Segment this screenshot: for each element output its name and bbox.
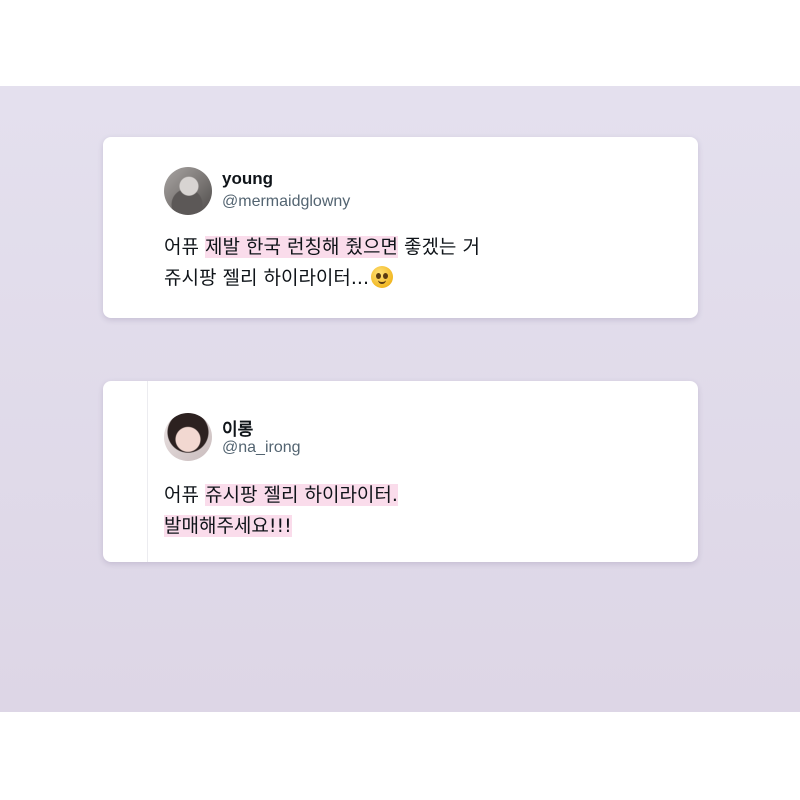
avatar[interactable] <box>164 413 212 461</box>
user-handle[interactable]: @mermaidglowny <box>222 193 350 211</box>
text-segment: 어퓨 <box>164 236 205 258</box>
tweet-text-line: 발매해주세요!!! <box>164 511 684 542</box>
highlighted-text: 발매해주세요!!! <box>164 515 292 537</box>
thread-divider <box>147 381 148 562</box>
user-handle[interactable]: @na_irong <box>222 439 301 457</box>
tweet-text: 어퓨 쥬시팡 젤리 하이라이터. 발매해주세요!!! <box>164 480 684 542</box>
tweet-card[interactable]: 이롱 @na_irong 어퓨 쥬시팡 젤리 하이라이터. 발매해주세요!!! <box>103 381 698 562</box>
highlighted-text: 제발 한국 런칭해 줬으면 <box>205 236 398 258</box>
tweet-text-line: 쥬시팡 젤리 하이라이터... <box>164 263 684 294</box>
tweet-text-line: 어퓨 제발 한국 런칭해 줬으면 좋겠는 거 <box>164 232 684 263</box>
avatar[interactable] <box>164 167 212 215</box>
user-display-name[interactable]: 이롱 <box>222 415 253 440</box>
tweet-text-line: 어퓨 쥬시팡 젤리 하이라이터. <box>164 480 684 511</box>
tweet-text: 어퓨 제발 한국 런칭해 줬으면 좋겠는 거 쥬시팡 젤리 하이라이터... <box>164 232 684 294</box>
text-segment: 어퓨 <box>164 484 205 506</box>
text-segment: 쥬시팡 젤리 하이라이터... <box>164 267 369 289</box>
highlighted-text: 쥬시팡 젤리 하이라이터. <box>205 484 398 506</box>
text-segment: 좋겠는 거 <box>397 236 480 258</box>
pleading-face-icon <box>371 266 393 288</box>
tweet-card[interactable]: young @mermaidglowny 어퓨 제발 한국 런칭해 줬으면 좋겠… <box>103 137 698 318</box>
user-display-name[interactable]: young <box>222 169 273 189</box>
